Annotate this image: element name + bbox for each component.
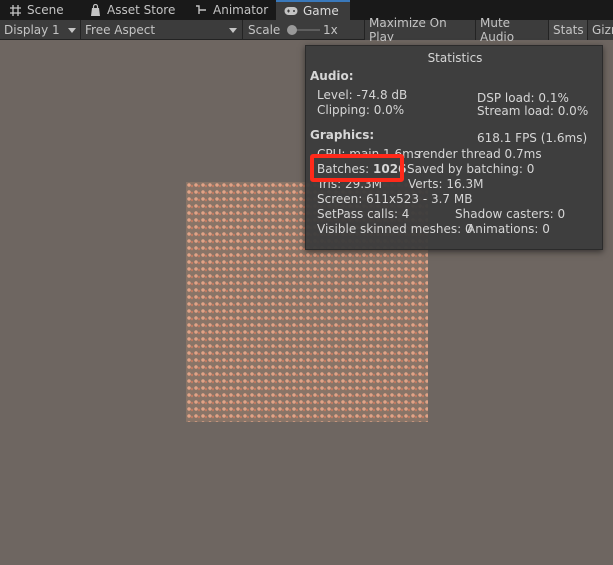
chevron-down-icon xyxy=(68,28,76,33)
audio-level: Level: -74.8 dB xyxy=(317,88,408,102)
shadow-casters: Shadow casters: 0 xyxy=(455,207,566,221)
stream-load: Stream load: 0.0% xyxy=(477,104,589,118)
chevron-down-icon xyxy=(229,28,237,33)
dsp-load: DSP load: 0.1% xyxy=(477,91,569,105)
batches-highlight-box xyxy=(310,154,404,182)
visible-skinned-meshes: Visible skinned meshes: 0 xyxy=(317,222,473,236)
stats-button[interactable]: Stats xyxy=(548,20,587,40)
verts-count: Verts: 16.3M xyxy=(408,177,484,191)
display-label: Display 1 xyxy=(4,23,60,37)
tab-label: Scene xyxy=(27,3,64,17)
gizmos-button[interactable]: Gizmos xyxy=(587,20,613,40)
gizmos-label: Gizmos xyxy=(592,23,613,37)
scale-label: Scale xyxy=(248,23,281,37)
tab-game[interactable]: Game xyxy=(276,0,350,20)
audio-header: Audio: xyxy=(310,69,354,83)
tab-animator[interactable]: Animator xyxy=(186,0,274,20)
graphics-header: Graphics: xyxy=(310,128,375,142)
aspect-label: Free Aspect xyxy=(85,23,156,37)
render-thread: render thread 0.7ms xyxy=(418,147,542,161)
fps-value: 618.1 FPS (1.6ms) xyxy=(477,131,588,145)
stats-label: Stats xyxy=(553,23,584,37)
shopping-bag-icon xyxy=(88,3,102,17)
scale-control[interactable]: Scale 1x xyxy=(242,20,364,40)
tab-label: Animator xyxy=(213,3,269,17)
game-view-toolbar: Display 1 Free Aspect Scale 1x Maximize … xyxy=(0,16,613,44)
screen-info: Screen: 611x523 - 3.7 MB xyxy=(317,192,473,206)
tab-asset-store[interactable]: Asset Store xyxy=(80,0,180,20)
setpass-calls: SetPass calls: 4 xyxy=(317,207,410,221)
stats-title: Statistics xyxy=(427,51,483,65)
gamepad-icon xyxy=(284,4,298,18)
maximize-label: Maximize On Play xyxy=(369,16,447,44)
mute-label: Mute Audio xyxy=(480,16,515,44)
grid-icon xyxy=(8,3,22,17)
scale-slider-knob[interactable] xyxy=(287,25,297,35)
scale-value: 1x xyxy=(323,23,338,37)
display-dropdown[interactable]: Display 1 xyxy=(4,20,80,40)
mute-audio-button[interactable]: Mute Audio xyxy=(475,16,548,44)
aspect-dropdown[interactable]: Free Aspect xyxy=(80,20,242,40)
animator-icon xyxy=(194,3,208,17)
animations-count: Animations: 0 xyxy=(467,222,550,236)
tab-scene[interactable]: Scene xyxy=(0,0,78,20)
audio-clipping: Clipping: 0.0% xyxy=(317,103,405,117)
tab-label: Game xyxy=(303,4,339,18)
maximize-on-play-button[interactable]: Maximize On Play xyxy=(364,16,475,44)
tab-label: Asset Store xyxy=(107,3,176,17)
statistics-panel: Statistics Audio: Level: -74.8 dB DSP lo… xyxy=(305,45,603,250)
saved-by-batching: Saved by batching: 0 xyxy=(407,162,535,176)
